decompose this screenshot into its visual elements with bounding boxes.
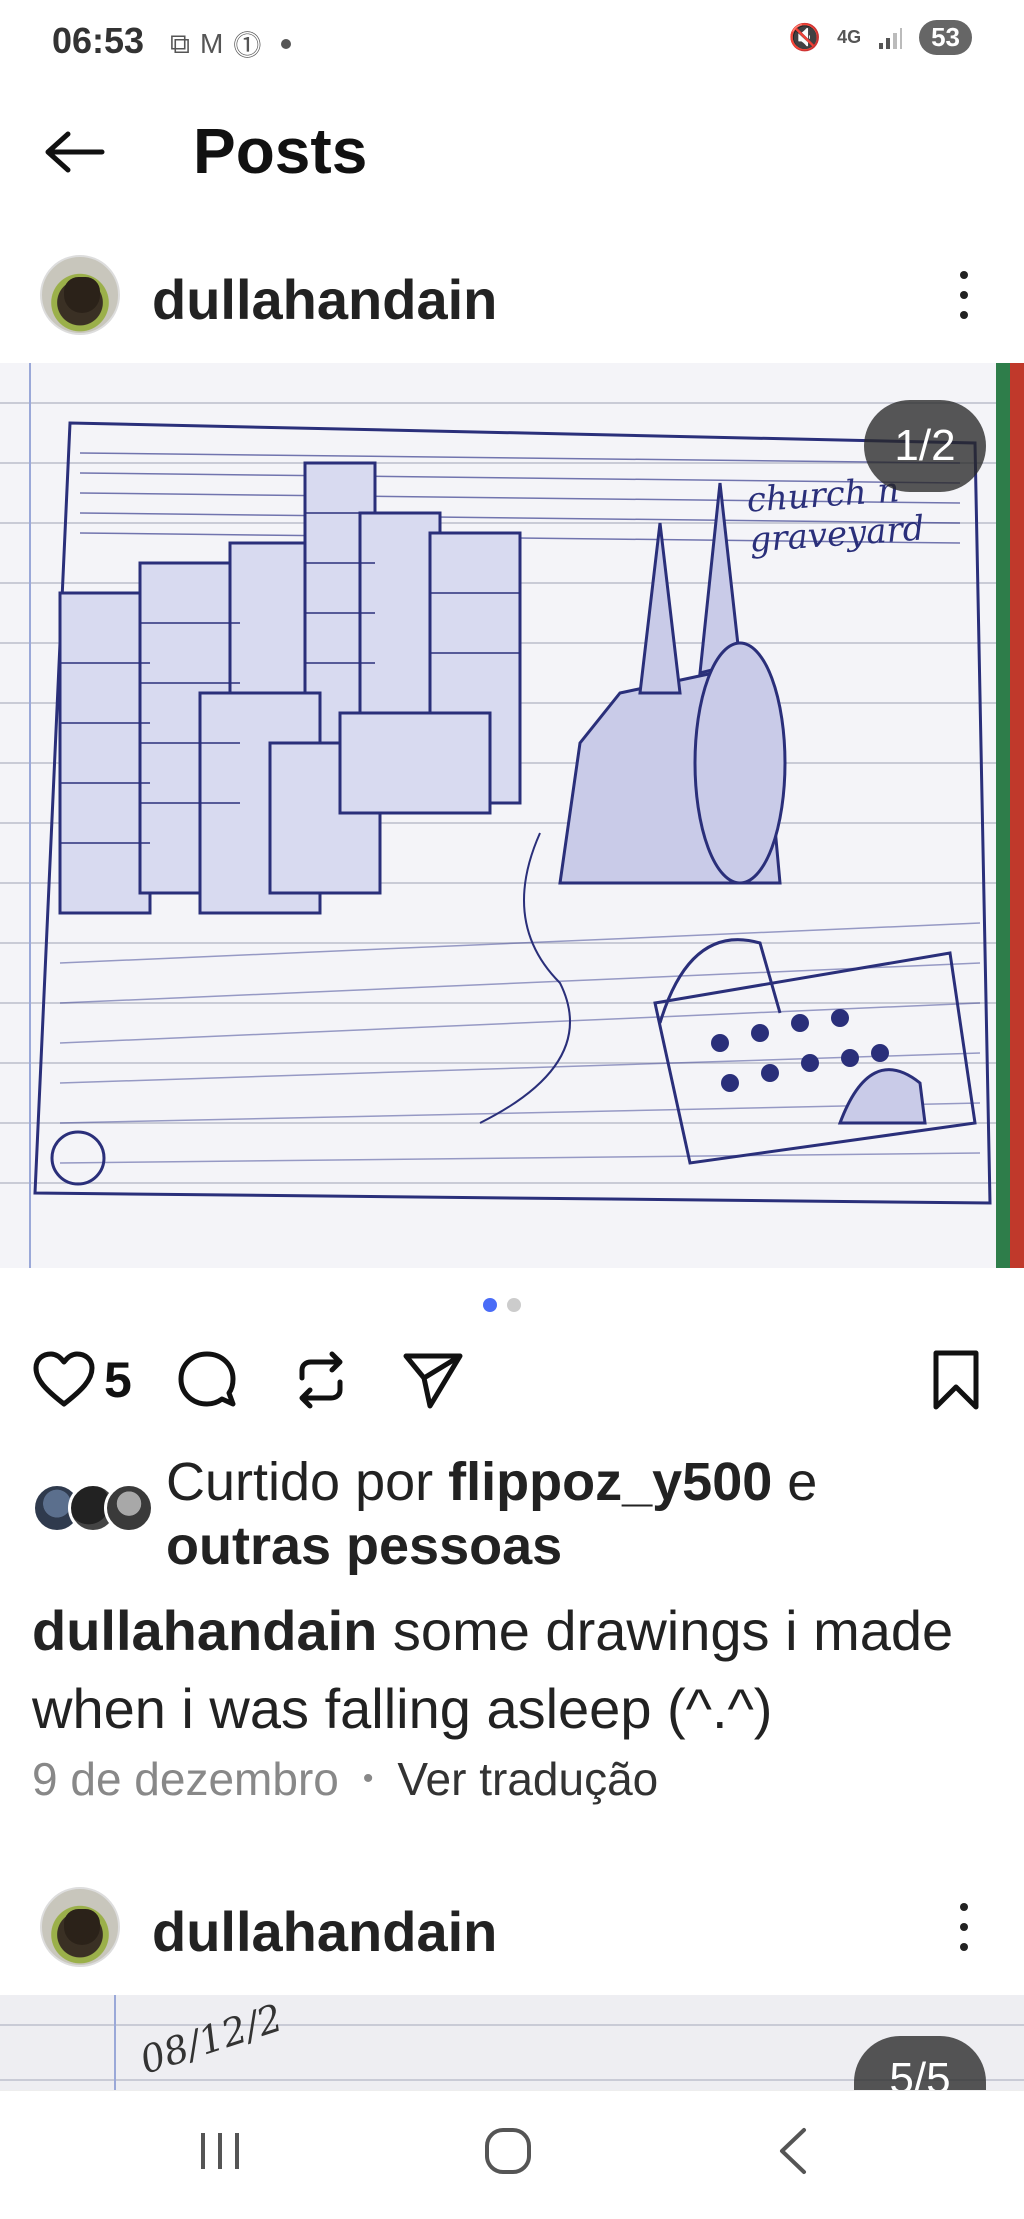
image-counter-badge: 1/2 xyxy=(864,400,986,492)
back-arrow-icon xyxy=(45,131,105,173)
more-options-button[interactable] xyxy=(944,1897,984,1957)
status-time: 06:53 xyxy=(52,20,145,61)
comment-button[interactable] xyxy=(175,1345,239,1415)
top-header: Posts xyxy=(0,100,1024,200)
avatar xyxy=(104,1483,154,1533)
system-nav-bar xyxy=(0,2090,1024,2219)
send-icon xyxy=(403,1353,463,1409)
recent-apps-icon xyxy=(201,2133,239,2169)
back-icon xyxy=(780,2128,806,2174)
repost-icon xyxy=(299,1351,343,1409)
screenshot-icon: ⧉ xyxy=(170,27,190,59)
meta-separator: • xyxy=(362,1762,374,1795)
post-date: 9 de dezembro xyxy=(32,1753,339,1805)
avatar[interactable] xyxy=(40,255,120,335)
post-username[interactable]: dullahandain xyxy=(152,267,497,332)
page-title: Posts xyxy=(193,115,368,187)
like-button[interactable]: 5 xyxy=(32,1345,132,1415)
post-image[interactable]: church n graveyard xyxy=(0,363,1024,1268)
carousel-dot-active xyxy=(483,1298,497,1312)
repost-button[interactable] xyxy=(290,1345,352,1415)
post-username[interactable]: dullahandain xyxy=(152,1899,497,1964)
status-system-icons: 🔇 4G 53 xyxy=(789,20,972,55)
caption-username[interactable]: dullahandain xyxy=(32,1599,377,1662)
back-button[interactable] xyxy=(40,122,110,182)
more-notifications-dot xyxy=(281,39,292,49)
save-button[interactable] xyxy=(930,1345,982,1415)
liked-by-user[interactable]: flippoz_y500 xyxy=(448,1452,772,1512)
more-icon xyxy=(960,1903,968,1911)
status-bar: 06:53 ⧉ M ⓵ 🔇 4G 53 xyxy=(0,0,1024,90)
bookmark-icon xyxy=(933,1350,979,1410)
home-icon xyxy=(485,2128,531,2174)
home-button[interactable] xyxy=(458,2111,558,2191)
liked-by-text: Curtido por flippoz_y500 e outras pessoa… xyxy=(166,1450,986,1578)
comment-icon xyxy=(178,1351,236,1407)
mute-icon: 🔇 xyxy=(788,22,822,52)
liked-by-prefix: Curtido por xyxy=(166,1452,434,1512)
carousel-dots xyxy=(0,1298,1014,1312)
heart-icon xyxy=(33,1351,95,1407)
post-meta: 9 de dezembro • Ver tradução xyxy=(32,1752,658,1806)
avatar[interactable] xyxy=(40,1887,120,1967)
status-notification-icons: ⧉ M ⓵ xyxy=(170,24,292,64)
gmail-icon: M xyxy=(200,28,224,59)
see-translation-link[interactable]: Ver tradução xyxy=(397,1752,658,1806)
liker-avatars xyxy=(32,1483,154,1535)
back-nav-button[interactable] xyxy=(742,2111,842,2191)
battery-indicator: 53 xyxy=(919,20,972,55)
post-caption: dullahandain some drawings i made when i… xyxy=(32,1592,1012,1748)
like-count: 5 xyxy=(104,1352,132,1408)
network-4g-icon: 4G xyxy=(837,27,862,47)
post-header: dullahandain xyxy=(0,1877,1024,1977)
signal-icon xyxy=(879,27,903,49)
liked-by-others[interactable]: outras pessoas xyxy=(166,1516,562,1576)
recent-apps-button[interactable] xyxy=(170,2111,270,2191)
share-button[interactable] xyxy=(400,1345,466,1415)
liked-by-row[interactable]: Curtido por flippoz_y500 e outras pessoa… xyxy=(32,1450,992,1580)
liked-by-joiner: e xyxy=(787,1452,818,1512)
carousel-dot xyxy=(507,1298,521,1312)
post-action-bar: 5 xyxy=(0,1345,1024,1425)
more-icon xyxy=(960,271,968,279)
post-header: dullahandain xyxy=(0,245,1024,345)
more-options-button[interactable] xyxy=(944,265,984,325)
notification-icon: ⓵ xyxy=(233,30,262,61)
